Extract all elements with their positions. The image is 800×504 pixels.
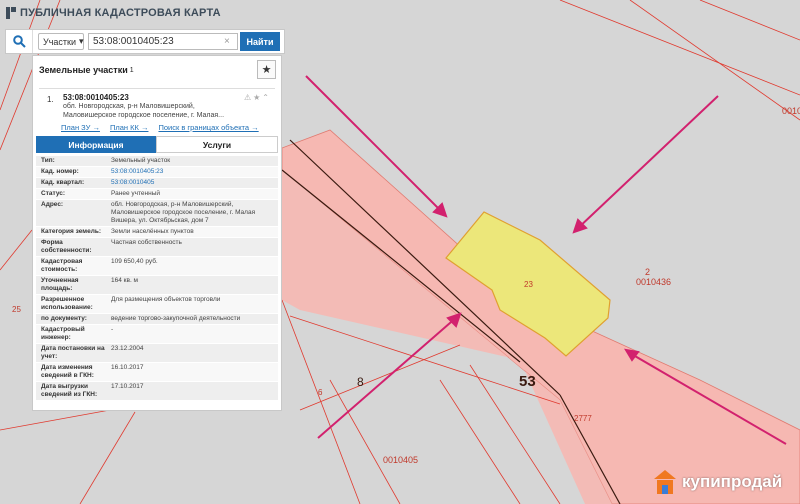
app-header: ПУБЛИЧНАЯ КАДАСТРОВАЯ КАРТА <box>6 5 221 21</box>
row-value: ведение торгово-закупочной деятельности <box>111 315 241 322</box>
link-search-in-bounds[interactable]: Поиск в границах объекта → <box>158 123 258 132</box>
result-address-line-1: обл. Новгородская, р-н Маловишерский, <box>63 103 195 110</box>
row-value: Ранее учтенный <box>111 190 160 197</box>
row-label: Дата изменения сведений в ГКН: <box>41 364 94 379</box>
house-logo-icon <box>654 469 676 494</box>
row-value: Для размещения объектов торговли <box>111 296 221 303</box>
results-panel: Земельные участки 1 ★ 1. 53:08:0010405:2… <box>32 55 282 411</box>
map-label-0010436: 0010436 <box>636 277 672 287</box>
table-row: Статус: Ранее учтенный <box>36 189 278 200</box>
map-label-25: 25 <box>12 305 21 314</box>
row-label: Адрес: <box>41 201 64 208</box>
map-label-6: 6 <box>318 388 323 397</box>
info-tabs: Информация Услуги <box>36 136 278 153</box>
app-title: ПУБЛИЧНАЯ КАДАСТРОВАЯ КАРТА <box>20 7 221 19</box>
table-row: Тип: Земельный участок <box>36 156 278 167</box>
row-value: 17.10.2017 <box>111 383 144 390</box>
star-icon[interactable]: ★ <box>257 60 276 79</box>
map-label-0010405: 0010405 <box>383 455 419 465</box>
row-value: Земельный участок <box>111 157 171 164</box>
row-label: Категория земель: <box>41 228 102 235</box>
row-value: 23.12.2004 <box>111 345 144 352</box>
link-plan-kk[interactable]: План КК → <box>110 123 149 132</box>
tab-info[interactable]: Информация <box>36 136 156 153</box>
map-label-23: 23 <box>524 280 533 289</box>
table-row: Дата постановки на учет: 23.12.2004 <box>36 344 278 363</box>
search-input[interactable] <box>88 33 238 50</box>
row-label: Разрешенное использование: <box>41 296 93 311</box>
row-label: Кад. квартал: <box>41 179 85 186</box>
row-label: Кадастровая стоимость: <box>41 258 83 273</box>
tab-services[interactable]: Услуги <box>156 136 278 153</box>
table-row: Адрес: обл. Новгородская, р-н Маловишерск… <box>36 200 278 227</box>
panel-title: Земельные участки <box>39 65 128 75</box>
panel-header: Земельные участки 1 ★ <box>33 56 281 84</box>
row-value: 16.10.2017 <box>111 364 144 371</box>
app-logo-icon <box>6 7 16 19</box>
map-label-8: 8 <box>357 375 364 389</box>
row-label: Дата выгрузки сведений из ГКН: <box>41 383 98 398</box>
watermark-text: купипродай <box>682 471 783 491</box>
table-row: Форма собственности: Частная собственност… <box>36 238 278 257</box>
watermark: купипродай <box>652 459 800 504</box>
row-label: Кадастровый инженер: <box>41 326 85 341</box>
row-label: Форма собственности: <box>41 239 92 254</box>
table-row: Дата выгрузки сведений из ГКН: 17.10.2017 <box>36 382 278 401</box>
map-label-2: 2 <box>645 267 651 277</box>
link-plan-zu[interactable]: План ЗУ → <box>61 123 100 132</box>
table-row: Кад. квартал: 53:08:0010405 <box>36 178 278 189</box>
row-value: Земли населённых пунктов <box>111 228 194 235</box>
row-value: 164 кв. м <box>111 277 139 284</box>
result-action-icons[interactable]: ⚠★⌃ <box>244 93 271 102</box>
result-address-line-2: Маловишерское городское поселение, г. Ма… <box>63 112 225 119</box>
table-row: Дата изменения сведений в ГКН: 16.10.2017 <box>36 363 278 382</box>
search-type-label: Участки <box>43 36 76 47</box>
panel-count: 1 <box>129 66 134 74</box>
search-type-select[interactable]: Участки ▾ <box>38 33 84 50</box>
row-label: Дата постановки на учет: <box>41 345 105 360</box>
table-row: Кадастровая стоимость: 109 650,40 руб. <box>36 257 278 276</box>
map-label-2777: 2777 <box>574 414 592 423</box>
chevron-down-icon: ▾ <box>79 36 84 46</box>
find-button[interactable]: Найти <box>240 32 280 51</box>
row-label: Уточненная площадь: <box>41 277 79 292</box>
result-item[interactable]: 1. 53:08:0010405:23 обл. Новгородская, р… <box>39 88 275 132</box>
table-row: Разрешенное использование: Для размещения… <box>36 295 278 314</box>
row-label: Кад. номер: <box>41 168 79 175</box>
row-value: обл. Новгородская, р-н Маловишерский, Ма… <box>111 201 256 224</box>
row-label: по документу: <box>41 315 87 322</box>
table-row: Кадастровый инженер: - <box>36 325 278 344</box>
table-row: по документу: ведение торгово-закупочной … <box>36 314 278 325</box>
table-row: Кад. номер: 53:08:0010405:23 <box>36 167 278 178</box>
info-table: Тип: Земельный участок Кад. номер: 53:08:0… <box>36 156 278 401</box>
clear-search-icon[interactable]: × <box>224 36 234 47</box>
row-value: Частная собственность <box>111 239 182 246</box>
row-value-link[interactable]: 53:08:0010405 <box>108 178 278 188</box>
table-row: Уточненная площадь: 164 кв. м <box>36 276 278 295</box>
search-bar: Участки ▾ × Найти <box>5 29 285 54</box>
row-value: 109 650,40 руб. <box>111 258 158 265</box>
row-value-link[interactable]: 53:08:0010405:23 <box>108 167 278 177</box>
search-icon[interactable] <box>6 30 33 53</box>
map-label-53: 53 <box>519 373 536 390</box>
table-row: Категория земель: Земли населённых пункто… <box>36 227 278 238</box>
row-value: - <box>111 326 114 333</box>
row-label: Статус: <box>41 190 66 197</box>
result-number: 1. <box>47 95 54 104</box>
row-label: Тип: <box>41 157 55 164</box>
map-label-0010: 0010 <box>782 106 800 116</box>
